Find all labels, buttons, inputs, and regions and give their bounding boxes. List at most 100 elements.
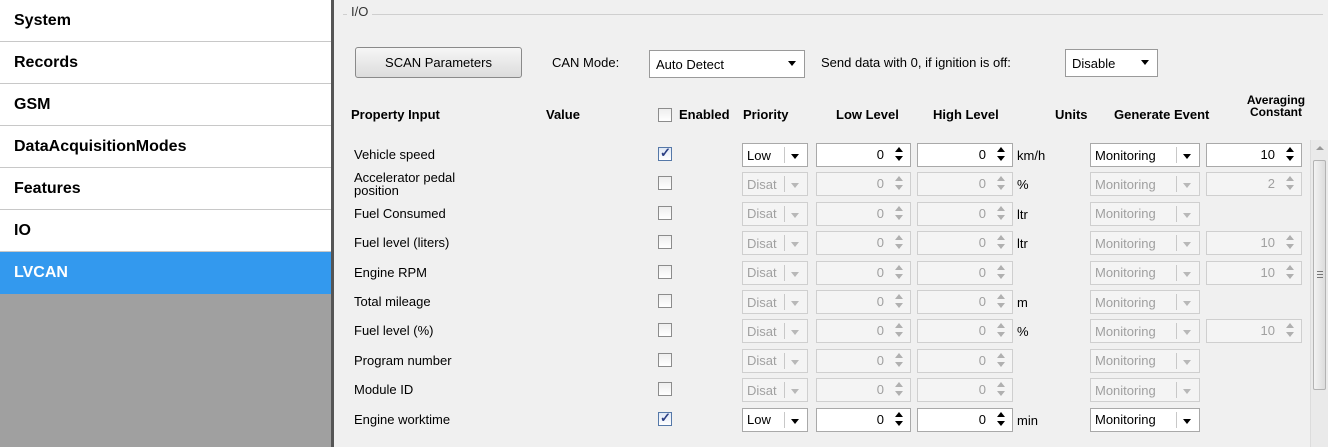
low-level-spinner[interactable]: 0 [816,172,911,197]
high-level-spinner[interactable]: 0 [917,378,1013,403]
generate-event-dropdown[interactable]: Monitoring [1090,319,1200,344]
averaging-constant-spinner[interactable]: 10 [1206,260,1302,285]
high-level-spinner[interactable]: 0 [917,143,1013,167]
spinner-arrows-icon[interactable] [996,176,1006,192]
dropdown-separator [1176,176,1177,193]
high-level-spinner[interactable]: 0 [917,201,1013,226]
vertical-scrollbar[interactable] [1310,140,1328,447]
priority-dropdown[interactable]: Disat [742,378,808,403]
high-level-spinner[interactable]: 0 [917,290,1013,314]
generate-event-dropdown[interactable]: Monitoring [1090,290,1200,314]
low-level-spinner[interactable]: 0 [816,348,911,373]
spinner-arrows-icon[interactable] [894,147,904,163]
spinner-arrows-icon[interactable] [894,352,904,369]
sidebar-item-records[interactable]: Records [0,42,331,84]
generate-event-dropdown[interactable]: Monitoring [1090,348,1200,373]
enabled-checkbox[interactable] [658,410,672,426]
spinner-arrows-icon[interactable] [1285,264,1295,281]
unit-label: ltr [1017,206,1028,222]
generate-event-dropdown[interactable]: Monitoring [1090,143,1200,167]
spinner-arrows-icon[interactable] [996,352,1006,369]
averaging-constant-spinner[interactable]: 10 [1206,319,1302,344]
enabled-checkbox[interactable] [658,294,672,308]
low-level-spinner[interactable]: 0 [816,201,911,226]
low-level-spinner[interactable]: 0 [816,231,911,256]
spinner-arrows-icon[interactable] [996,294,1006,310]
generate-event-dropdown[interactable]: Monitoring [1090,378,1200,403]
high-level-spinner[interactable]: 0 [917,231,1013,256]
low-level-spinner[interactable]: 0 [816,378,911,403]
spinner-arrows-icon[interactable] [894,411,904,428]
enabled-checkbox[interactable] [658,235,672,250]
generate-event-dropdown[interactable]: Monitoring [1090,407,1200,432]
sidebar-item-gsm[interactable]: GSM [0,84,331,126]
low-level-spinner[interactable]: 0 [816,290,911,314]
spinner-arrows-icon[interactable] [894,323,904,339]
sidebar-item-system[interactable]: System [0,0,331,42]
priority-dropdown[interactable]: Disat [742,201,808,226]
spinner-arrows-icon[interactable] [1285,147,1295,163]
generate-event-dropdown[interactable]: Monitoring [1090,172,1200,197]
spinner-arrows-icon[interactable] [894,294,904,310]
can-mode-label: CAN Mode: [552,55,620,70]
enabled-checkbox[interactable] [658,323,672,338]
enabled-checkbox[interactable] [658,145,672,161]
spinner-arrows-icon[interactable] [894,205,904,222]
averaging-constant-spinner[interactable]: 10 [1206,143,1302,167]
low-level-spinner[interactable]: 0 [816,407,911,432]
sidebar-item-io[interactable]: IO [0,210,331,252]
averaging-constant-spinner[interactable]: 10 [1206,231,1302,256]
priority-dropdown[interactable]: Disat [742,319,808,344]
spinner-arrows-icon[interactable] [996,382,1006,398]
spinner-arrows-icon[interactable] [894,264,904,281]
priority-dropdown[interactable]: Disat [742,348,808,373]
enabled-checkbox[interactable] [658,176,672,191]
spinner-arrows-icon[interactable] [894,235,904,251]
spinner-arrows-icon[interactable] [1285,323,1295,339]
priority-dropdown[interactable]: Disat [742,260,808,285]
spinner-arrows-icon[interactable] [894,382,904,398]
spinner-arrows-icon[interactable] [1285,176,1295,192]
low-level-spinner[interactable]: 0 [816,260,911,285]
enabled-checkbox[interactable] [658,352,672,367]
low-level-spinner[interactable]: 0 [816,143,911,167]
enabled-checkbox[interactable] [658,264,672,279]
low-level-spinner[interactable]: 0 [816,319,911,344]
enabled-checkbox[interactable] [658,205,672,220]
averaging-constant-spinner[interactable]: 2 [1206,172,1302,197]
generate-event-dropdown[interactable]: Monitoring [1090,201,1200,226]
spinner-arrows-icon[interactable] [894,176,904,192]
high-level-spinner[interactable]: 0 [917,260,1013,285]
scan-parameters-button[interactable]: SCAN Parameters [355,47,522,78]
priority-dropdown[interactable]: Disat [742,231,808,256]
spinner-arrows-icon[interactable] [996,205,1006,222]
high-level-spinner[interactable]: 0 [917,319,1013,344]
spinner-arrows-icon[interactable] [996,147,1006,163]
sidebar-item-features[interactable]: Features [0,168,331,210]
sidebar-item-data-acquisition-modes[interactable]: DataAcquisitionModes [0,126,331,168]
spinner-arrows-icon[interactable] [996,235,1006,251]
high-level-spinner[interactable]: 0 [917,407,1013,432]
send-zero-dropdown[interactable]: Disable [1065,49,1158,77]
priority-dropdown[interactable]: Low [742,143,808,167]
enable-all-checkbox[interactable] [658,108,672,122]
generate-event-dropdown[interactable]: Monitoring [1090,231,1200,256]
spinner-arrows-icon[interactable] [996,323,1006,339]
generate-event-dropdown[interactable]: Monitoring [1090,260,1200,285]
high-level-spinner[interactable]: 0 [917,348,1013,373]
generate-event-value: Monitoring [1095,265,1156,281]
high-level-spinner[interactable]: 0 [917,172,1013,197]
spinner-arrows-icon[interactable] [996,411,1006,428]
chevron-down-icon [791,389,799,395]
enabled-checkbox[interactable] [658,382,672,397]
can-mode-dropdown[interactable]: Auto Detect [649,50,805,78]
priority-dropdown[interactable]: Disat [742,290,808,314]
priority-dropdown[interactable]: Disat [742,172,808,197]
sidebar-item-lvcan[interactable]: LVCAN [0,252,331,294]
scroll-up-icon[interactable] [1316,146,1324,150]
spinner-arrows-icon[interactable] [1285,235,1295,251]
spinner-arrows-icon[interactable] [996,264,1006,281]
scroll-thumb[interactable] [1313,160,1326,390]
chevron-down-icon [791,271,799,277]
priority-dropdown[interactable]: Low [742,407,808,432]
